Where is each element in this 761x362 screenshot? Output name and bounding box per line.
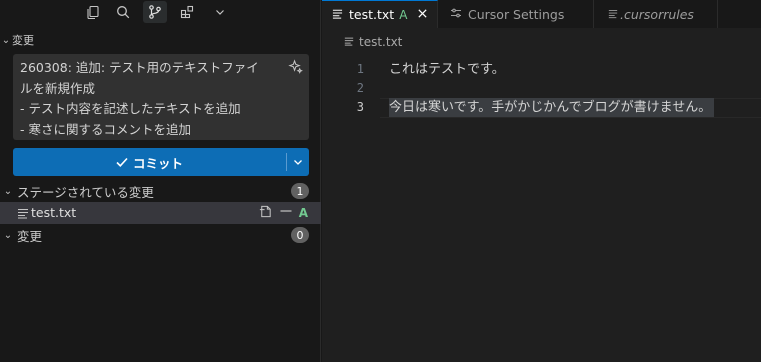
commit-message-line: ルを新規作成 <box>20 80 96 96</box>
commit-button-group: コミット <box>13 148 309 176</box>
breadcrumb-file: test.txt <box>359 35 403 49</box>
tab-test-txt[interactable]: test.txt A <box>322 0 438 28</box>
commit-message-line: 260308: 追加: テスト用のテキストファイ <box>20 60 259 75</box>
search-icon[interactable] <box>111 1 135 23</box>
extensions-icon[interactable] <box>175 1 199 23</box>
code-text: これはテストです。 <box>389 62 505 77</box>
source-control-sidebar: ⌄ 変更 260308: 追加: テスト用のテキストファイ ルを新規作成 - テ… <box>0 0 321 362</box>
changes-label: 変更 <box>17 228 43 244</box>
line-number: 2 <box>356 81 364 95</box>
line-number: 3 <box>356 100 364 114</box>
tab-bar: test.txt A Cursor Settings .cursorrules <box>322 0 761 28</box>
commit-button-label: コミット <box>132 155 183 171</box>
tab-cursor-settings[interactable]: Cursor Settings <box>438 0 594 28</box>
code-text-selected: 今日は寒いです。手がかじかんでブログが書けません。 <box>389 98 715 117</box>
code-line[interactable]: 1 これはテストです。 <box>322 60 761 79</box>
code-line-current[interactable]: 3 今日は寒いです。手がかじかんでブログが書けません。 <box>322 98 761 118</box>
chevron-down-icon: ⌄ <box>3 229 13 241</box>
tab-cursorrules[interactable]: .cursorrules <box>594 0 718 28</box>
staged-count-badge: 1 <box>291 183 309 199</box>
staged-changes-header[interactable]: ⌄ ステージされている変更 <box>0 182 321 200</box>
commit-message-input[interactable]: 260308: 追加: テスト用のテキストファイ ルを新規作成 - テスト内容を… <box>13 54 309 140</box>
line-number: 1 <box>356 62 364 76</box>
copy-icon[interactable] <box>81 1 105 23</box>
source-control-icon[interactable] <box>143 1 167 23</box>
staged-changes-label: ステージされている変更 <box>17 184 154 200</box>
file-status-added: A <box>298 206 308 220</box>
chevron-down-icon: ⌄ <box>1 34 11 46</box>
staged-file-name: test.txt <box>31 205 77 220</box>
commit-message-line: - テスト内容を記述したテキストを追加 <box>20 101 241 116</box>
changes-header[interactable]: ⌄ 変更 <box>0 226 42 244</box>
file-lines-icon <box>344 35 354 49</box>
commit-dropdown-button[interactable] <box>287 148 309 176</box>
breadcrumb[interactable]: test.txt <box>344 35 402 49</box>
commit-button[interactable]: コミット <box>13 148 285 176</box>
chevron-down-icon[interactable] <box>208 1 232 23</box>
code-line[interactable]: 2 <box>322 79 761 98</box>
editor-area: test.txt A Cursor Settings .cursorrules … <box>322 0 761 362</box>
staged-file-row[interactable]: test.txt A <box>0 202 321 224</box>
sparkle-icon[interactable] <box>288 59 303 81</box>
chevron-down-icon: ⌄ <box>3 185 13 197</box>
close-icon[interactable] <box>417 7 428 22</box>
changes-count-badge: 0 <box>291 227 309 243</box>
check-icon <box>116 157 128 167</box>
open-file-icon[interactable] <box>258 204 273 223</box>
tab-label: test.txt <box>349 7 395 22</box>
chevron-down-icon <box>294 160 302 165</box>
file-lines-icon <box>332 7 343 22</box>
scm-section-title: 変更 <box>12 34 34 47</box>
commit-message-line: - 寒さに関するコメントを追加 <box>20 121 191 137</box>
scm-section-header[interactable]: ⌄ 変更 <box>0 31 34 49</box>
file-lines-icon <box>608 7 618 22</box>
tab-label: .cursorrules <box>620 6 694 22</box>
activity-bar <box>0 0 321 24</box>
settings-sliders-icon <box>450 7 462 22</box>
tab-status-badge: A <box>399 7 408 22</box>
unstage-icon[interactable] <box>279 204 293 222</box>
tab-label: Cursor Settings <box>468 6 565 22</box>
file-lines-icon <box>17 207 29 223</box>
